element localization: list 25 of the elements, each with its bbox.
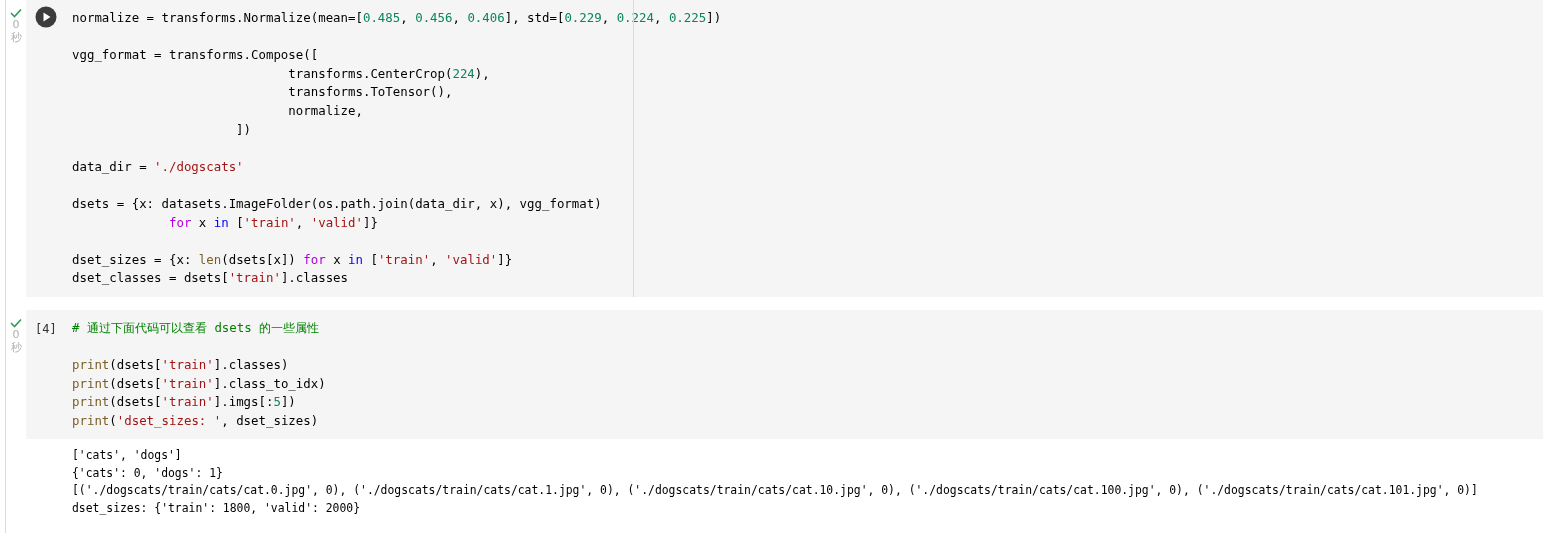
code-line: ]) xyxy=(235,120,252,139)
code-line: print('dset_sizes: ', dset_sizes) xyxy=(72,411,319,430)
code-line: print(dsets['train'].imgs[:5]) xyxy=(72,393,296,412)
execution-count: [4] xyxy=(35,321,57,336)
code-line: dset_sizes = {x: len(dsets[x]) for x in ['train', 'valid']} xyxy=(72,250,513,269)
code-line: print(dsets['train'].class_to_idx) xyxy=(72,374,326,393)
code-line: normalize = transforms.Normalize(mean=[0.485, 0.456, 0.406], std=[0.229, 0.224, 0.225]) xyxy=(72,9,722,27)
code-line: dset_classes = dsets['train'].classes xyxy=(72,269,348,288)
code-line: # 通过下面代码可以查看 dsets 的一些属性 xyxy=(72,318,320,337)
code-line: print(dsets['train'].classes) xyxy=(72,356,289,375)
execution-time: 0 xyxy=(12,18,20,31)
time-unit: 秒 xyxy=(10,31,22,44)
code-line: dsets = {x: datasets.ImageFolder(os.path.join(data_dir, x), vgg_format) xyxy=(72,194,602,213)
output-line: [('./dogscats/train/cats/cat.0.jpg', 0), ('./dogscats/train/cats/cat.1.jpg', 0), ('./dogscats/train/cats/cat.10.jpg', 0), ('./dogscats/train/cats/cat.100.jpg', 0), ('./dogscats/train/cats/cat.101.jpg', 0)] xyxy=(72,482,1479,500)
code-line: transforms.ToTensor(), xyxy=(287,83,453,102)
code-line: data_dir = './dogscats' xyxy=(72,157,244,176)
execution-time: 0 xyxy=(12,327,20,341)
output-line: ['cats', 'dogs'] xyxy=(72,447,183,465)
code-line: for x in ['train', 'valid']} xyxy=(167,213,378,232)
code-line: vgg_format = transforms.Compose([ xyxy=(72,46,319,65)
output-line: {'cats': 0, 'dogs': 1} xyxy=(72,464,224,482)
output-line: dset_sizes: {'train': 1800, 'valid': 2000} xyxy=(72,499,362,517)
time-unit: 秒 xyxy=(10,340,22,354)
code-line: normalize, xyxy=(287,101,363,120)
code-line: transforms.CenterCrop(224), xyxy=(287,64,490,83)
